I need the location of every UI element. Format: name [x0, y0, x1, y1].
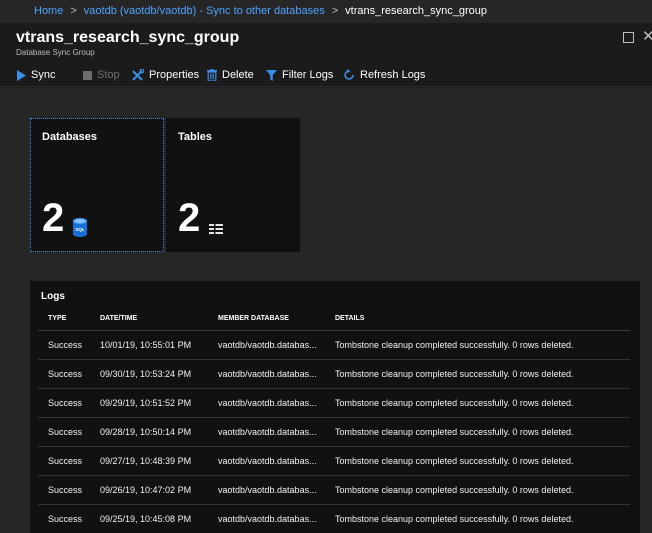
- column-header-datetime[interactable]: DATE/TIME: [100, 308, 218, 331]
- cell-member-database: vaotdb/vaotdb.databas...: [218, 330, 335, 360]
- filter-icon: [266, 69, 277, 81]
- table-row[interactable]: Success 10/01/19, 10:55:01 PM vaotdb/vao…: [38, 330, 630, 360]
- breadcrumb-separator: >: [70, 5, 77, 17]
- column-header-details[interactable]: DETAILS: [335, 308, 630, 331]
- cell-details: Tombstone cleanup completed successfully…: [335, 504, 630, 533]
- cell-type: Success: [38, 504, 100, 533]
- databases-tile[interactable]: Databases 2 SQL: [30, 118, 164, 252]
- wrench-icon: [132, 68, 144, 81]
- cell-type: Success: [38, 446, 100, 476]
- cell-datetime: 10/01/19, 10:55:01 PM: [100, 330, 218, 360]
- cell-datetime: 09/28/19, 10:50:14 PM: [100, 417, 218, 447]
- filter-logs-button[interactable]: Filter Logs: [266, 63, 333, 87]
- trash-icon: [207, 69, 217, 81]
- table-row[interactable]: Success 09/29/19, 10:51:52 PM vaotdb/vao…: [38, 388, 630, 418]
- breadcrumb-home[interactable]: Home: [34, 5, 63, 17]
- databases-count: 2: [42, 196, 65, 240]
- page-title: vtrans_research_sync_group: [16, 29, 240, 46]
- sync-label: Sync: [31, 69, 56, 81]
- breadcrumb-separator: >: [331, 5, 339, 17]
- cell-type: Success: [38, 417, 100, 447]
- cell-details: Tombstone cleanup completed successfully…: [335, 446, 630, 476]
- table-row[interactable]: Success 09/25/19, 10:45:08 PM vaotdb/vao…: [38, 504, 630, 533]
- stop-icon: [83, 70, 92, 80]
- properties-label: Properties: [149, 69, 200, 81]
- column-header-type[interactable]: TYPE: [38, 308, 100, 331]
- sync-button[interactable]: Sync: [16, 63, 55, 87]
- cell-member-database: vaotdb/vaotdb.databas...: [218, 446, 335, 476]
- cell-member-database: vaotdb/vaotdb.databas...: [218, 359, 335, 389]
- command-bar: Sync Stop Properties Delete Filter Logs …: [0, 63, 652, 87]
- blade-content: Databases 2 SQL Tables 2 Logs TYPE DATE/…: [0, 88, 652, 533]
- cell-type: Success: [38, 330, 100, 360]
- delete-label: Delete: [222, 69, 254, 81]
- cell-details: Tombstone cleanup completed successfully…: [335, 388, 630, 418]
- table-icon: [209, 224, 223, 234]
- cell-member-database: vaotdb/vaotdb.databas...: [218, 504, 335, 533]
- refresh-logs-button[interactable]: Refresh Logs: [343, 63, 425, 87]
- breadcrumb-sync-to-other-databases[interactable]: vaotdb (vaotdb/vaotdb) - Sync to other d…: [84, 5, 325, 17]
- table-header-row: TYPE DATE/TIME MEMBER DATABASE DETAILS: [38, 308, 630, 331]
- refresh-icon: [344, 69, 354, 80]
- cell-type: Success: [38, 359, 100, 389]
- cell-datetime: 09/30/19, 10:53:24 PM: [100, 359, 218, 389]
- sql-database-icon: SQL: [73, 218, 87, 237]
- breadcrumb-current: vtrans_research_sync_group: [345, 5, 488, 17]
- column-header-member-database[interactable]: MEMBER DATABASE: [218, 308, 335, 331]
- cell-member-database: vaotdb/vaotdb.databas...: [218, 417, 335, 447]
- tables-tile-title: Tables: [178, 131, 213, 143]
- close-icon[interactable]: ✕: [642, 27, 652, 45]
- logs-table: TYPE DATE/TIME MEMBER DATABASE DETAILS S…: [38, 308, 630, 533]
- page-subtitle: Database Sync Group: [16, 48, 95, 57]
- cell-details: Tombstone cleanup completed successfully…: [335, 359, 630, 389]
- cell-type: Success: [38, 388, 100, 418]
- maximize-icon[interactable]: [623, 32, 634, 43]
- tables-count: 2: [178, 196, 201, 240]
- table-row[interactable]: Success 09/30/19, 10:53:24 PM vaotdb/vao…: [38, 359, 630, 389]
- refresh-logs-label: Refresh Logs: [360, 69, 426, 81]
- tables-tile[interactable]: Tables 2: [166, 118, 300, 252]
- cell-datetime: 09/27/19, 10:48:39 PM: [100, 446, 218, 476]
- stop-label: Stop: [97, 69, 120, 81]
- logs-panel: Logs TYPE DATE/TIME MEMBER DATABASE DETA…: [30, 281, 640, 533]
- breadcrumb: Home > vaotdb (vaotdb/vaotdb) - Sync to ot…: [0, 0, 652, 23]
- filter-logs-label: Filter Logs: [282, 69, 334, 81]
- cell-type: Success: [38, 475, 100, 505]
- cell-datetime: 09/29/19, 10:51:52 PM: [100, 388, 218, 418]
- play-icon: [17, 69, 26, 81]
- properties-button[interactable]: Properties: [131, 63, 199, 87]
- cell-datetime: 09/25/19, 10:45:08 PM: [100, 504, 218, 533]
- cell-member-database: vaotdb/vaotdb.databas...: [218, 475, 335, 505]
- blade-header: vtrans_research_sync_group Database Sync…: [0, 23, 652, 63]
- table-row[interactable]: Success 09/28/19, 10:50:14 PM vaotdb/vao…: [38, 417, 630, 447]
- sql-icon-text: SQL: [75, 227, 85, 232]
- delete-button[interactable]: Delete: [207, 63, 254, 87]
- table-row[interactable]: Success 09/27/19, 10:48:39 PM vaotdb/vao…: [38, 446, 630, 476]
- cell-datetime: 09/26/19, 10:47:02 PM: [100, 475, 218, 505]
- table-row[interactable]: Success 09/26/19, 10:47:02 PM vaotdb/vao…: [38, 475, 630, 505]
- cell-details: Tombstone cleanup completed successfully…: [335, 330, 630, 360]
- cell-member-database: vaotdb/vaotdb.databas...: [218, 388, 335, 418]
- logs-title: Logs: [41, 291, 65, 302]
- databases-tile-title: Databases: [42, 131, 98, 143]
- stop-button[interactable]: Stop: [83, 63, 120, 87]
- cell-details: Tombstone cleanup completed successfully…: [335, 475, 630, 505]
- cell-details: Tombstone cleanup completed successfully…: [335, 417, 630, 447]
